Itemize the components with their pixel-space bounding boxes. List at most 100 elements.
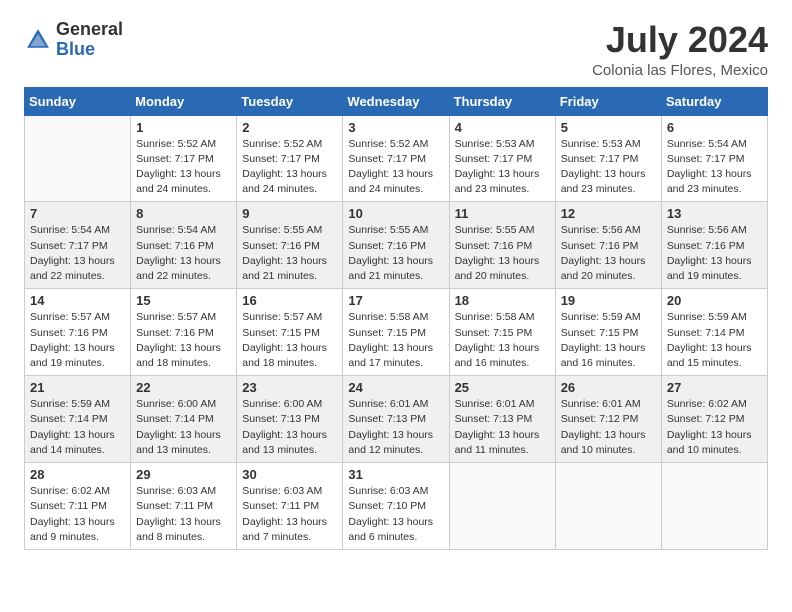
table-row <box>661 463 767 550</box>
table-row: 31 Sunrise: 6:03 AM Sunset: 7:10 PM Dayli… <box>343 463 449 550</box>
col-monday: Monday <box>131 87 237 115</box>
table-row <box>555 463 661 550</box>
day-info: Sunrise: 5:58 AM Sunset: 7:15 PM Dayligh… <box>348 310 443 371</box>
day-info: Sunrise: 5:52 AM Sunset: 7:17 PM Dayligh… <box>348 137 443 198</box>
table-row: 8 Sunrise: 5:54 AM Sunset: 7:16 PM Daylig… <box>131 202 237 289</box>
day-number: 27 <box>667 380 762 395</box>
table-row: 21 Sunrise: 5:59 AM Sunset: 7:14 PM Dayli… <box>25 376 131 463</box>
day-number: 16 <box>242 293 337 308</box>
day-info: Sunrise: 5:52 AM Sunset: 7:17 PM Dayligh… <box>136 137 231 198</box>
day-number: 19 <box>561 293 656 308</box>
col-saturday: Saturday <box>661 87 767 115</box>
table-row: 10 Sunrise: 5:55 AM Sunset: 7:16 PM Dayli… <box>343 202 449 289</box>
day-number: 25 <box>455 380 550 395</box>
day-info: Sunrise: 6:01 AM Sunset: 7:13 PM Dayligh… <box>455 397 550 458</box>
table-row: 6 Sunrise: 5:54 AM Sunset: 7:17 PM Daylig… <box>661 115 767 202</box>
day-info: Sunrise: 6:00 AM Sunset: 7:14 PM Dayligh… <box>136 397 231 458</box>
day-info: Sunrise: 6:03 AM Sunset: 7:10 PM Dayligh… <box>348 484 443 545</box>
day-number: 8 <box>136 206 231 221</box>
day-number: 10 <box>348 206 443 221</box>
col-thursday: Thursday <box>449 87 555 115</box>
day-info: Sunrise: 6:01 AM Sunset: 7:13 PM Dayligh… <box>348 397 443 458</box>
day-number: 15 <box>136 293 231 308</box>
day-number: 12 <box>561 206 656 221</box>
logo: General Blue <box>24 20 123 60</box>
calendar-week-row: 14 Sunrise: 5:57 AM Sunset: 7:16 PM Dayli… <box>25 289 768 376</box>
calendar-header-row: Sunday Monday Tuesday Wednesday Thursday… <box>25 87 768 115</box>
day-number: 31 <box>348 467 443 482</box>
day-number: 7 <box>30 206 125 221</box>
calendar-week-row: 28Sunrise: 6:02 AM Sunset: 7:11 PM Dayli… <box>25 463 768 550</box>
table-row <box>25 115 131 202</box>
table-row: 7Sunrise: 5:54 AM Sunset: 7:17 PM Daylig… <box>25 202 131 289</box>
col-sunday: Sunday <box>25 87 131 115</box>
table-row: 26 Sunrise: 6:01 AM Sunset: 7:12 PM Dayli… <box>555 376 661 463</box>
day-number: 5 <box>561 120 656 135</box>
day-info: Sunrise: 5:55 AM Sunset: 7:16 PM Dayligh… <box>455 223 550 284</box>
table-row: 30Sunrise: 6:03 AM Sunset: 7:11 PM Dayli… <box>237 463 343 550</box>
title-area: July 2024 Colonia las Flores, Mexico <box>592 20 768 79</box>
table-row: 22 Sunrise: 6:00 AM Sunset: 7:14 PM Dayli… <box>131 376 237 463</box>
table-row: 27 Sunrise: 6:02 AM Sunset: 7:12 PM Dayli… <box>661 376 767 463</box>
day-number: 22 <box>136 380 231 395</box>
day-number: 29 <box>136 467 231 482</box>
table-row: 20 Sunrise: 5:59 AM Sunset: 7:14 PM Dayli… <box>661 289 767 376</box>
table-row: 5 Sunrise: 5:53 AM Sunset: 7:17 PM Daylig… <box>555 115 661 202</box>
table-row: 4Sunrise: 5:53 AM Sunset: 7:17 PM Daylig… <box>449 115 555 202</box>
col-tuesday: Tuesday <box>237 87 343 115</box>
day-number: 14 <box>30 293 125 308</box>
day-number: 18 <box>455 293 550 308</box>
table-row: 11 Sunrise: 5:55 AM Sunset: 7:16 PM Dayli… <box>449 202 555 289</box>
table-row: 14 Sunrise: 5:57 AM Sunset: 7:16 PM Dayli… <box>25 289 131 376</box>
day-number: 26 <box>561 380 656 395</box>
month-year-title: July 2024 <box>592 20 768 60</box>
day-number: 11 <box>455 206 550 221</box>
col-wednesday: Wednesday <box>343 87 449 115</box>
day-number: 21 <box>30 380 125 395</box>
table-row: 23 Sunrise: 6:00 AM Sunset: 7:13 PM Dayli… <box>237 376 343 463</box>
day-number: 28 <box>30 467 125 482</box>
table-row: 13Sunrise: 5:56 AM Sunset: 7:16 PM Dayli… <box>661 202 767 289</box>
calendar-week-row: 1 Sunrise: 5:52 AM Sunset: 7:17 PM Daylig… <box>25 115 768 202</box>
calendar-week-row: 21 Sunrise: 5:59 AM Sunset: 7:14 PM Dayli… <box>25 376 768 463</box>
table-row: 15 Sunrise: 5:57 AM Sunset: 7:16 PM Dayli… <box>131 289 237 376</box>
table-row <box>449 463 555 550</box>
day-info: Sunrise: 5:52 AM Sunset: 7:17 PM Dayligh… <box>242 137 337 198</box>
day-info: Sunrise: 6:00 AM Sunset: 7:13 PM Dayligh… <box>242 397 337 458</box>
day-number: 3 <box>348 120 443 135</box>
page-header: General Blue July 2024 Colonia las Flore… <box>24 20 768 79</box>
table-row: 17Sunrise: 5:58 AM Sunset: 7:15 PM Dayli… <box>343 289 449 376</box>
logo-blue: Blue <box>56 40 123 60</box>
day-info: Sunrise: 5:58 AM Sunset: 7:15 PM Dayligh… <box>455 310 550 371</box>
day-info: Sunrise: 6:02 AM Sunset: 7:12 PM Dayligh… <box>667 397 762 458</box>
day-info: Sunrise: 5:55 AM Sunset: 7:16 PM Dayligh… <box>348 223 443 284</box>
day-info: Sunrise: 5:54 AM Sunset: 7:16 PM Dayligh… <box>136 223 231 284</box>
table-row: 9Sunrise: 5:55 AM Sunset: 7:16 PM Daylig… <box>237 202 343 289</box>
day-info: Sunrise: 5:59 AM Sunset: 7:14 PM Dayligh… <box>30 397 125 458</box>
day-info: Sunrise: 5:57 AM Sunset: 7:16 PM Dayligh… <box>136 310 231 371</box>
day-info: Sunrise: 6:01 AM Sunset: 7:12 PM Dayligh… <box>561 397 656 458</box>
day-info: Sunrise: 5:54 AM Sunset: 7:17 PM Dayligh… <box>667 137 762 198</box>
day-number: 6 <box>667 120 762 135</box>
day-info: Sunrise: 6:03 AM Sunset: 7:11 PM Dayligh… <box>242 484 337 545</box>
table-row: 16Sunrise: 5:57 AM Sunset: 7:15 PM Dayli… <box>237 289 343 376</box>
table-row: 2 Sunrise: 5:52 AM Sunset: 7:17 PM Daylig… <box>237 115 343 202</box>
day-info: Sunrise: 5:56 AM Sunset: 7:16 PM Dayligh… <box>561 223 656 284</box>
table-row: 25 Sunrise: 6:01 AM Sunset: 7:13 PM Dayli… <box>449 376 555 463</box>
logo-general: General <box>56 20 123 40</box>
day-number: 2 <box>242 120 337 135</box>
col-friday: Friday <box>555 87 661 115</box>
calendar-table: Sunday Monday Tuesday Wednesday Thursday… <box>24 87 768 550</box>
day-info: Sunrise: 5:59 AM Sunset: 7:15 PM Dayligh… <box>561 310 656 371</box>
table-row: 29Sunrise: 6:03 AM Sunset: 7:11 PM Dayli… <box>131 463 237 550</box>
day-number: 20 <box>667 293 762 308</box>
day-number: 1 <box>136 120 231 135</box>
logo-text: General Blue <box>56 20 123 60</box>
day-info: Sunrise: 5:55 AM Sunset: 7:16 PM Dayligh… <box>242 223 337 284</box>
day-info: Sunrise: 5:59 AM Sunset: 7:14 PM Dayligh… <box>667 310 762 371</box>
day-number: 24 <box>348 380 443 395</box>
table-row: 12 Sunrise: 5:56 AM Sunset: 7:16 PM Dayli… <box>555 202 661 289</box>
day-info: Sunrise: 5:53 AM Sunset: 7:17 PM Dayligh… <box>561 137 656 198</box>
day-number: 23 <box>242 380 337 395</box>
day-info: Sunrise: 5:57 AM Sunset: 7:16 PM Dayligh… <box>30 310 125 371</box>
